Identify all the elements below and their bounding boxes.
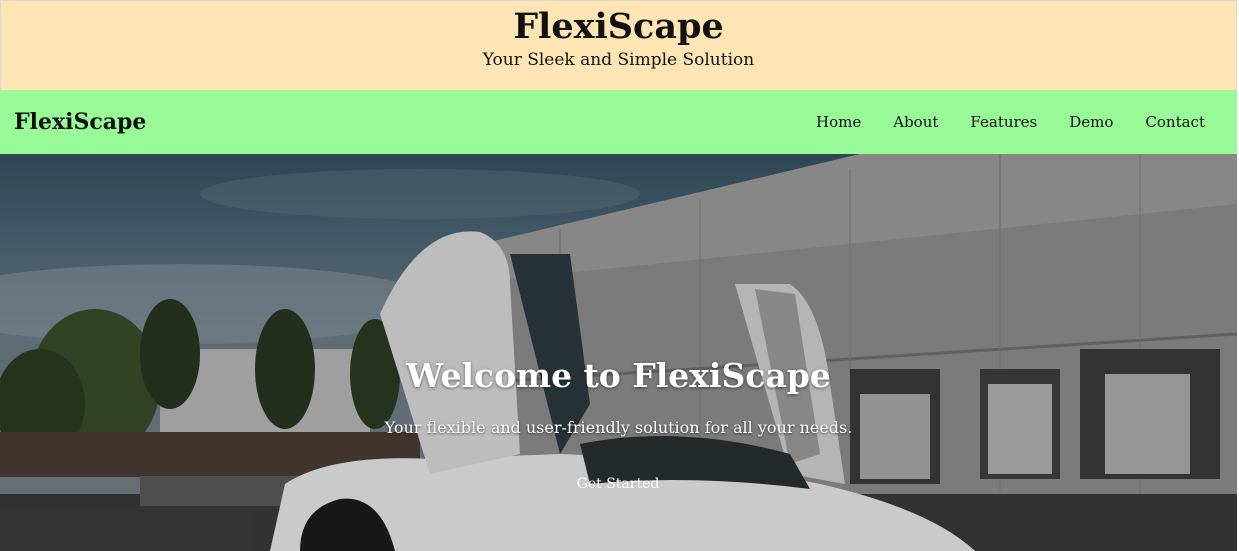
nav-link-home[interactable]: Home xyxy=(816,113,861,131)
top-banner: FlexiScape Your Sleek and Simple Solutio… xyxy=(0,0,1237,90)
hero-title: Welcome to FlexiScape xyxy=(406,356,831,395)
nav-link-contact[interactable]: Contact xyxy=(1145,113,1205,131)
site-tagline: Your Sleek and Simple Solution xyxy=(482,50,755,70)
nav-link-about[interactable]: About xyxy=(893,113,938,131)
nav-link-features[interactable]: Features xyxy=(970,113,1037,131)
nav-links: Home About Features Demo Contact xyxy=(784,113,1205,131)
hero-subtitle: Your flexible and user-friendly solution… xyxy=(384,418,853,437)
site-title: FlexiScape xyxy=(513,6,724,47)
nav-link-demo[interactable]: Demo xyxy=(1069,113,1113,131)
navbar: FlexiScape Home About Features Demo Cont… xyxy=(0,90,1237,154)
nav-brand[interactable]: FlexiScape xyxy=(14,109,146,135)
hero-section: Welcome to FlexiScape Your flexible and … xyxy=(0,154,1237,551)
get-started-button[interactable]: Get Started xyxy=(568,476,668,492)
